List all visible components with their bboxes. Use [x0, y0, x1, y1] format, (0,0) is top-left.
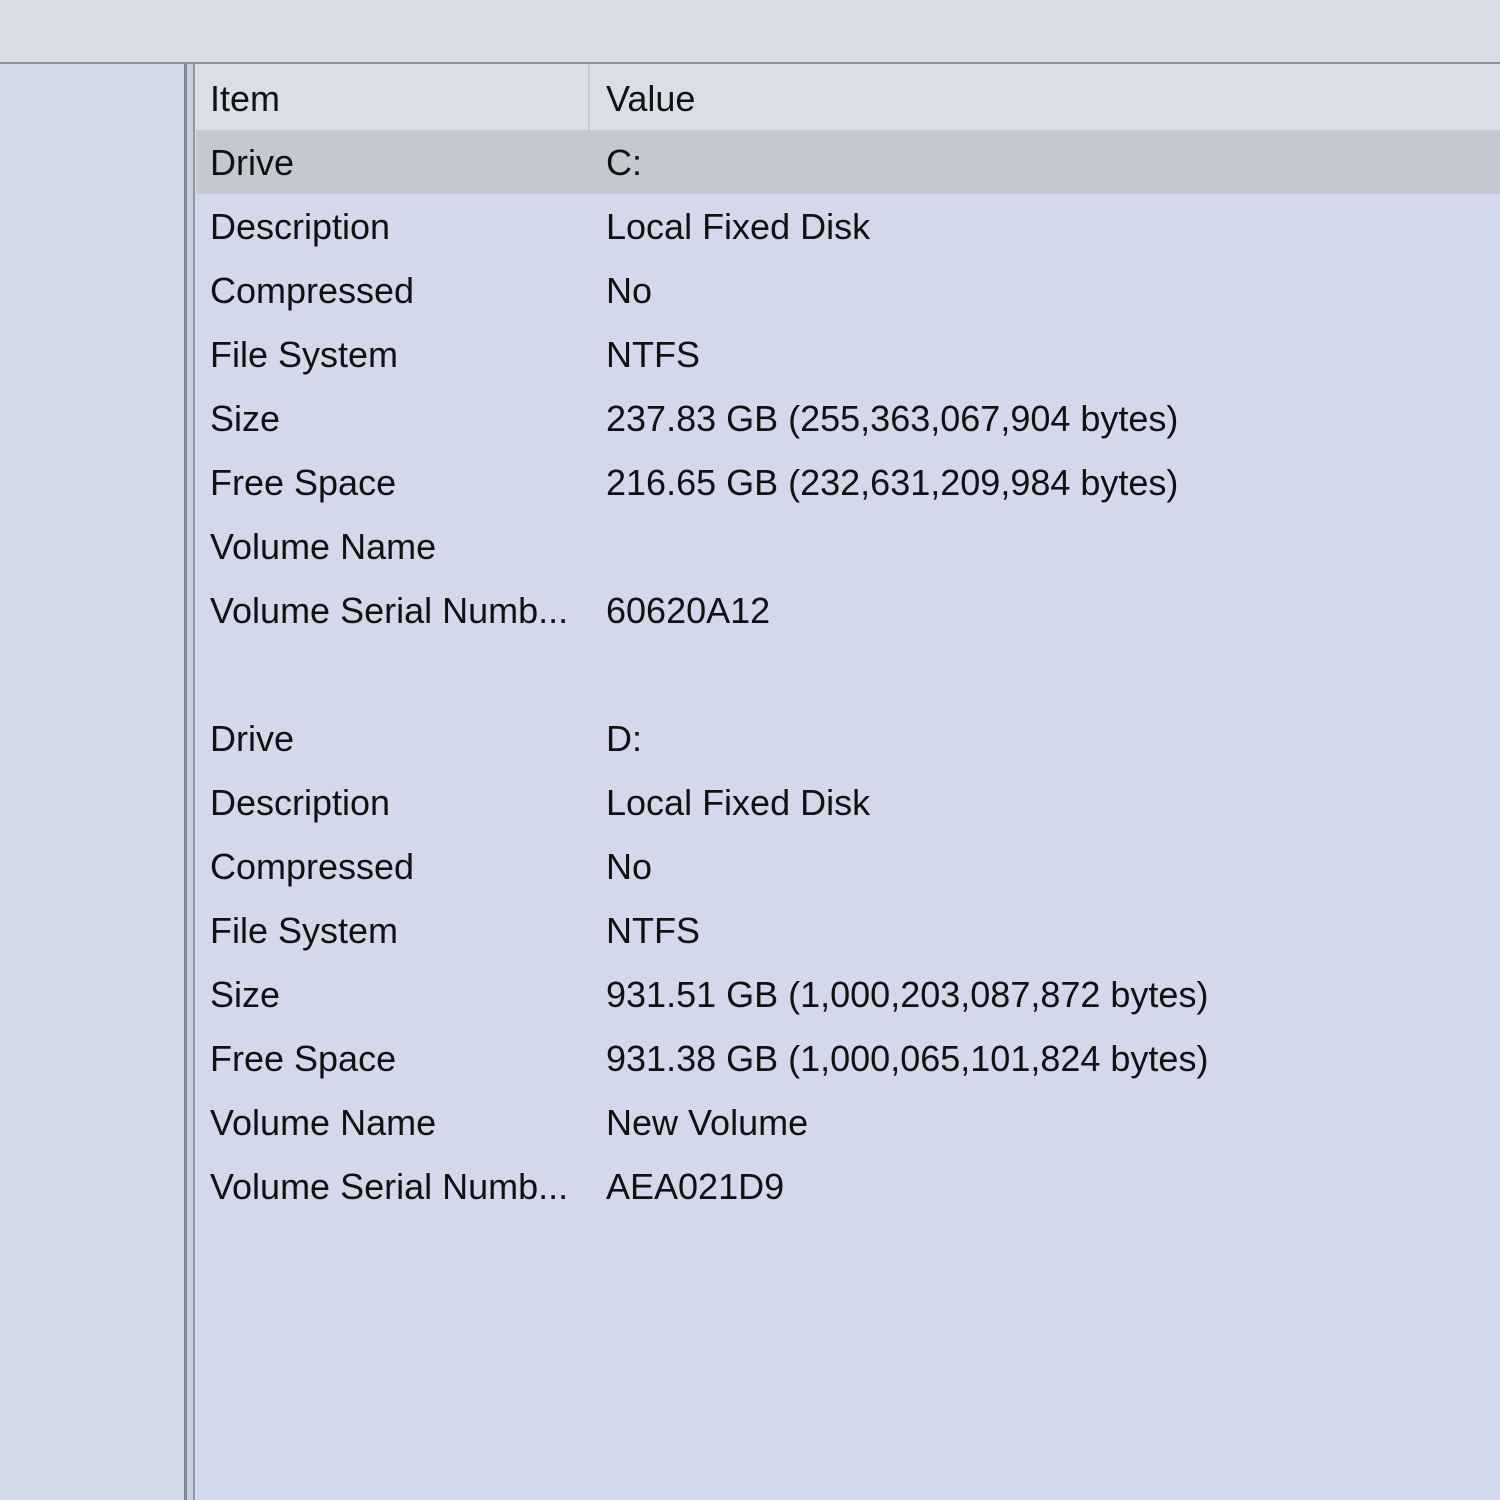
list-item[interactable]: Description Local Fixed Disk [196, 194, 1500, 258]
list-item[interactable]: File System NTFS [196, 322, 1500, 386]
list-item[interactable]: Volume Name [196, 514, 1500, 578]
item-value: No [606, 270, 653, 311]
item-value: NTFS [606, 910, 700, 951]
item-label: Drive [210, 142, 295, 183]
list-item[interactable]: Free Space 931.38 GB (1,000,065,101,824 … [196, 1026, 1500, 1090]
details-list-view[interactable]: Item Value Drive C: Description Local Fi… [196, 64, 1500, 1500]
item-label: Compressed [210, 846, 415, 887]
item-label: Compressed [210, 270, 415, 311]
screen: Item Value Drive C: Description Local Fi… [0, 0, 1500, 1500]
list-header: Item Value [196, 64, 1500, 130]
item-label: File System [210, 334, 399, 375]
item-value: New Volume [606, 1102, 809, 1143]
list-item[interactable]: Drive C: [196, 130, 1500, 194]
item-label: File System [210, 910, 399, 951]
item-value: 216.65 GB (232,631,209,984 bytes) [606, 462, 1179, 503]
item-value: Local Fixed Disk [606, 782, 871, 823]
list-item[interactable]: Volume Name New Volume [196, 1090, 1500, 1154]
item-label: Size [210, 398, 281, 439]
list-item[interactable]: File System NTFS [196, 898, 1500, 962]
item-label: Volume Serial Numb... [210, 1166, 569, 1207]
window-top-area [0, 0, 1500, 64]
column-header-item[interactable]: Item [210, 78, 280, 120]
item-value: 60620A12 [606, 590, 771, 631]
item-label: Volume Name [210, 526, 437, 567]
list-item[interactable]: Free Space 216.65 GB (232,631,209,984 by… [196, 450, 1500, 514]
item-label: Free Space [210, 462, 397, 503]
item-label: Drive [210, 718, 295, 759]
item-label: Volume Name [210, 1102, 437, 1143]
list-item[interactable]: Drive D: [196, 706, 1500, 770]
item-label: Size [210, 974, 281, 1015]
item-value: D: [606, 718, 642, 759]
category-tree-pane[interactable] [0, 64, 184, 1500]
list-item[interactable]: Size 931.51 GB (1,000,203,087,872 bytes) [196, 962, 1500, 1026]
item-value: AEA021D9 [606, 1166, 785, 1207]
list-item[interactable]: Compressed No [196, 834, 1500, 898]
column-separator[interactable] [588, 64, 590, 130]
item-value: C: [606, 142, 642, 183]
list-item[interactable]: Compressed No [196, 258, 1500, 322]
list-item[interactable]: Volume Serial Numb... AEA021D9 [196, 1154, 1500, 1218]
list-item[interactable]: Volume Serial Numb... 60620A12 [196, 578, 1500, 642]
column-header-value[interactable]: Value [606, 78, 695, 120]
item-value: 931.38 GB (1,000,065,101,824 bytes) [606, 1038, 1209, 1079]
item-label: Description [210, 782, 391, 823]
pane-splitter[interactable] [184, 64, 196, 1500]
item-value: 237.83 GB (255,363,067,904 bytes) [606, 398, 1179, 439]
item-value: 931.51 GB (1,000,203,087,872 bytes) [606, 974, 1209, 1015]
item-label: Volume Serial Numb... [210, 590, 569, 631]
item-label: Free Space [210, 1038, 397, 1079]
item-label: Description [210, 206, 391, 247]
list-item[interactable]: Description Local Fixed Disk [196, 770, 1500, 834]
item-value: NTFS [606, 334, 700, 375]
item-value: Local Fixed Disk [606, 206, 871, 247]
item-value: No [606, 846, 653, 887]
list-item[interactable]: Size 237.83 GB (255,363,067,904 bytes) [196, 386, 1500, 450]
